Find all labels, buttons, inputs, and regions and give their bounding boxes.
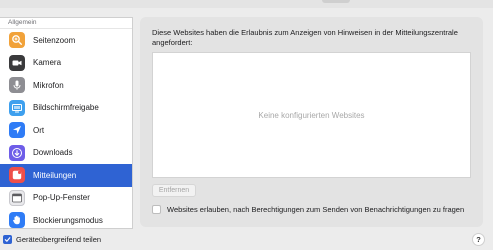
share-across-devices-label: Geräteübergreifend teilen bbox=[16, 235, 102, 244]
sidebar-item-screen-sharing[interactable]: Bildschirmfreigabe bbox=[0, 97, 132, 120]
sidebar-item-label: Bildschirmfreigabe bbox=[33, 103, 99, 113]
popup-window-icon bbox=[9, 189, 25, 206]
help-button[interactable]: ? bbox=[472, 233, 485, 246]
window-top-strip bbox=[0, 0, 493, 8]
camera-icon bbox=[9, 54, 25, 71]
notifications-icon bbox=[9, 167, 25, 184]
allow-ask-option[interactable]: Websites erlauben, nach Berechtigungen z… bbox=[152, 205, 464, 214]
sidebar-item-microphone[interactable]: Mikrofon bbox=[0, 74, 132, 97]
website-list[interactable]: Keine konfigurierten Websites bbox=[152, 52, 471, 178]
toolbar-tab-stub bbox=[322, 0, 350, 3]
sidebar-item-label: Mikrofon bbox=[33, 80, 64, 90]
screen-share-icon bbox=[9, 99, 25, 116]
share-across-devices-option[interactable]: Geräteübergreifend teilen bbox=[3, 235, 101, 244]
sidebar-item-label: Blockierungsmodus bbox=[33, 215, 103, 225]
location-icon bbox=[9, 122, 25, 139]
sidebar-item-label: Kamera bbox=[33, 58, 62, 68]
remove-button[interactable]: Entfernen bbox=[152, 184, 196, 197]
checkmark-icon bbox=[4, 237, 11, 242]
sidebar-item-lockdown-mode[interactable]: Blockierungsmodus bbox=[0, 209, 132, 228]
sidebar-item-camera[interactable]: Kamera bbox=[0, 52, 132, 75]
allow-ask-label: Websites erlauben, nach Berechtigungen z… bbox=[167, 205, 465, 214]
sidebar-item-downloads[interactable]: Downloads bbox=[0, 142, 132, 165]
share-across-devices-checkbox[interactable] bbox=[3, 235, 12, 244]
sidebar-item-label: Mitteilungen bbox=[33, 170, 77, 180]
hand-icon bbox=[9, 212, 25, 228]
microphone-icon bbox=[9, 77, 25, 94]
sidebar-section-header: Allgemein bbox=[0, 18, 132, 29]
sidebar-item-label: Downloads bbox=[33, 148, 73, 158]
sidebar-item-label: Pop-Up-Fenster bbox=[33, 193, 90, 203]
sidebar-item-label: Ort bbox=[33, 125, 45, 135]
empty-list-placeholder: Keine konfigurierten Websites bbox=[258, 110, 365, 120]
notifications-panel: Diese Websites haben die Erlaubnis zum A… bbox=[140, 17, 483, 227]
sidebar-item-location[interactable]: Ort bbox=[0, 119, 132, 142]
sidebar-item-notifications[interactable]: Mitteilungen bbox=[0, 164, 132, 187]
sidebar-item-label: Seitenzoom bbox=[33, 35, 76, 45]
allow-ask-checkbox[interactable] bbox=[152, 205, 161, 214]
sidebar: Allgemein Seitenzoom Kamera Mikrofon Bil… bbox=[0, 17, 133, 229]
download-icon bbox=[9, 144, 25, 161]
sidebar-item-popup-windows[interactable]: Pop-Up-Fenster bbox=[0, 187, 132, 210]
zoom-icon bbox=[9, 32, 25, 49]
permission-description: Diese Websites haben die Erlaubnis zum A… bbox=[152, 28, 458, 47]
sidebar-item-page-zoom[interactable]: Seitenzoom bbox=[0, 29, 132, 52]
